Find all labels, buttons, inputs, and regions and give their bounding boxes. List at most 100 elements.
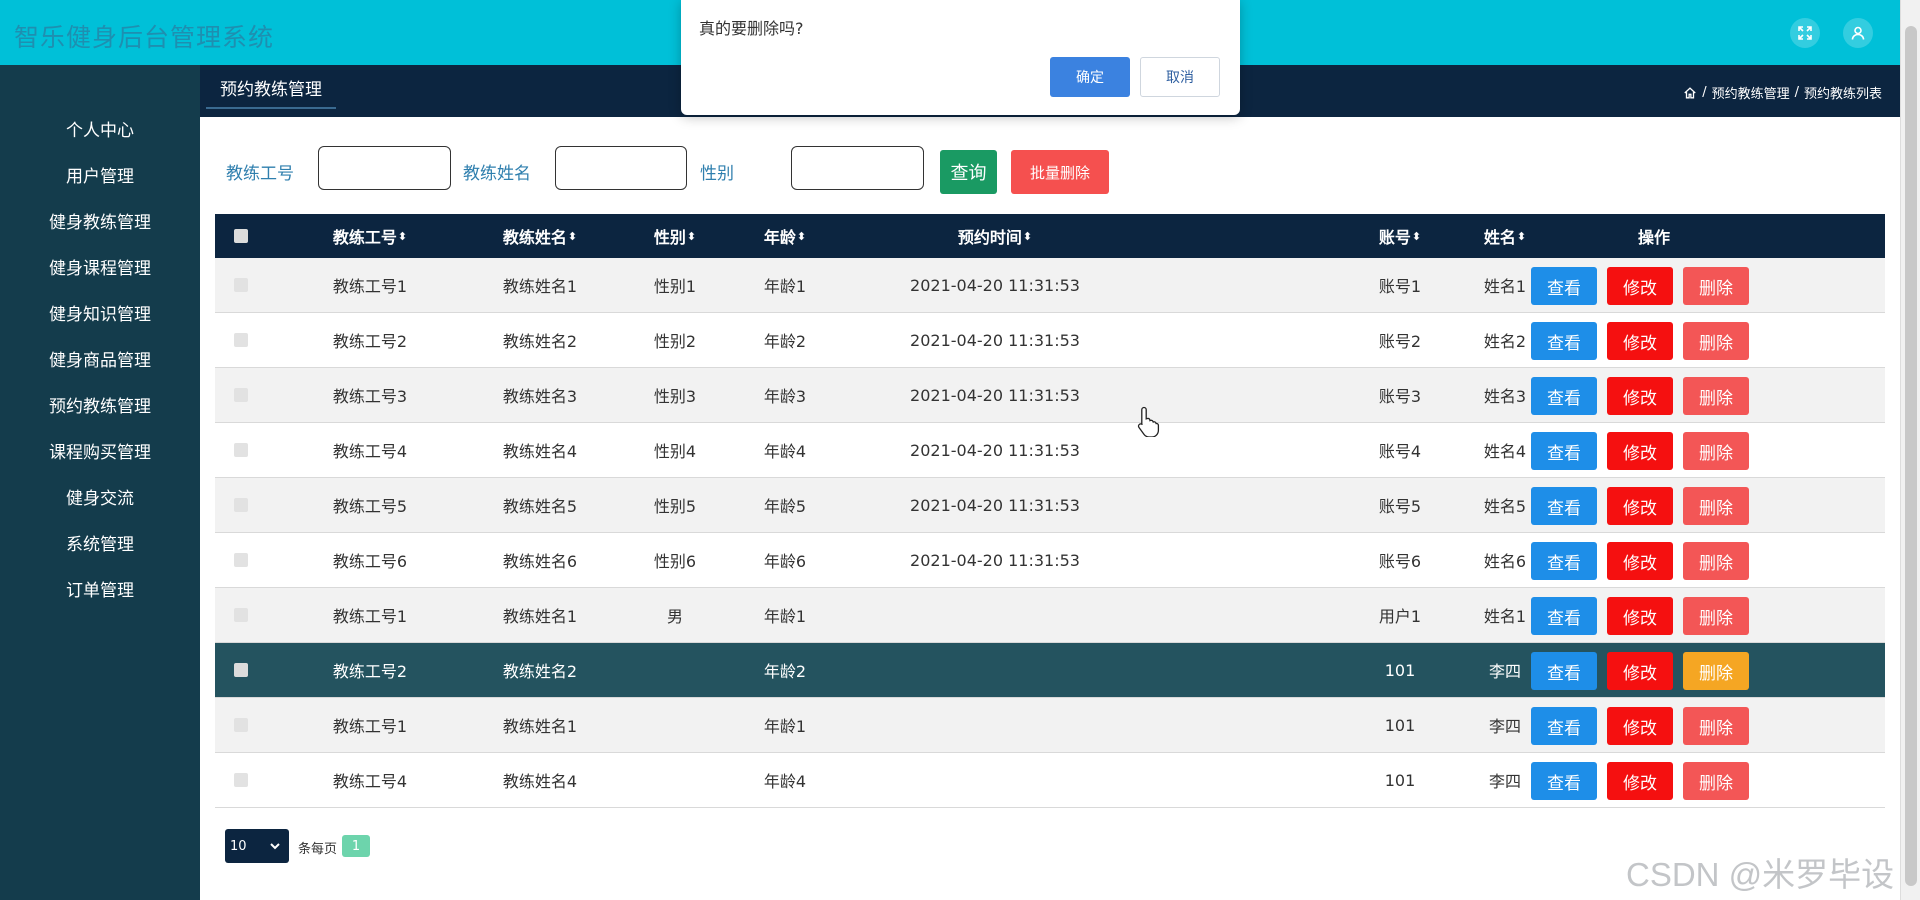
- sidebar-item-coach-management[interactable]: 健身教练管理: [0, 200, 200, 240]
- header-age[interactable]: 年龄 ⬍: [735, 214, 835, 258]
- page-number-1[interactable]: 1: [342, 835, 370, 857]
- view-button[interactable]: 查看: [1531, 597, 1597, 635]
- sort-icon[interactable]: ⬍: [398, 230, 407, 243]
- view-button[interactable]: 查看: [1531, 432, 1597, 470]
- edit-button[interactable]: 修改: [1607, 377, 1673, 415]
- view-button[interactable]: 查看: [1531, 762, 1597, 800]
- view-button[interactable]: 查看: [1531, 542, 1597, 580]
- query-button[interactable]: 查询: [940, 150, 997, 194]
- view-button[interactable]: 查看: [1531, 652, 1597, 690]
- delete-button[interactable]: 删除: [1683, 762, 1749, 800]
- row-checkbox[interactable]: [231, 478, 251, 532]
- page-size-select[interactable]: 10: [225, 829, 289, 863]
- row-checkbox[interactable]: [231, 588, 251, 642]
- table-row[interactable]: 教练工号4 教练姓名4 性别4 年龄4 2021-04-20 11:31:53 账号4 姓名…: [215, 423, 1885, 478]
- row-checkbox[interactable]: [231, 423, 251, 477]
- edit-button[interactable]: 修改: [1607, 762, 1673, 800]
- delete-button[interactable]: 删除: [1683, 542, 1749, 580]
- cell-coach-no: 教练工号1: [332, 277, 408, 296]
- delete-button[interactable]: 删除: [1683, 377, 1749, 415]
- table-row[interactable]: 教练工号1 教练姓名1 年龄1 101 李四 查看 修改 删除: [215, 698, 1885, 753]
- sidebar-item-course-purchase[interactable]: 课程购买管理: [0, 430, 200, 470]
- cell-age: 年龄1: [763, 607, 807, 626]
- table-row[interactable]: 教练工号6 教练姓名6 性别6 年龄6 2021-04-20 11:31:53 账号6 姓名…: [215, 533, 1885, 588]
- sort-icon[interactable]: ⬍: [797, 230, 806, 243]
- header-coach-name[interactable]: 教练姓名 ⬍: [465, 214, 615, 258]
- delete-button[interactable]: 删除: [1683, 432, 1749, 470]
- row-checkbox[interactable]: [231, 258, 251, 312]
- sidebar-item-course-management[interactable]: 健身课程管理: [0, 246, 200, 286]
- home-icon[interactable]: [1683, 86, 1697, 100]
- table-row[interactable]: 教练工号3 教练姓名3 性别3 年龄3 2021-04-20 11:31:53 账号3 姓名…: [215, 368, 1885, 423]
- sort-icon[interactable]: ⬍: [568, 230, 577, 243]
- delete-button[interactable]: 删除: [1683, 487, 1749, 525]
- sidebar-item-order-management[interactable]: 订单管理: [0, 568, 200, 608]
- edit-button[interactable]: 修改: [1607, 707, 1673, 745]
- sidebar-item-booking-management[interactable]: 预约教练管理: [0, 384, 200, 424]
- scrollbar-thumb[interactable]: [1905, 26, 1917, 886]
- table-row[interactable]: 教练工号2 教练姓名2 性别2 年龄2 2021-04-20 11:31:53 账号2 姓名…: [215, 313, 1885, 368]
- delete-button[interactable]: 删除: [1683, 707, 1749, 745]
- table-row[interactable]: 教练工号1 教练姓名1 男年龄1 用户1 姓名1 查看 修改 删除: [215, 588, 1885, 643]
- select-all-checkbox[interactable]: [231, 214, 251, 258]
- row-checkbox[interactable]: [231, 533, 251, 587]
- view-button[interactable]: 查看: [1531, 487, 1597, 525]
- row-checkbox[interactable]: [231, 643, 251, 697]
- sidebar-item-goods-management[interactable]: 健身商品管理: [0, 338, 200, 378]
- page-scrollbar[interactable]: [1900, 0, 1920, 900]
- cell-gender: 性别3: [653, 387, 697, 406]
- view-button[interactable]: 查看: [1531, 377, 1597, 415]
- header-gender[interactable]: 性别 ⬍: [625, 214, 725, 258]
- table-row[interactable]: 教练工号5 教练姓名5 性别5 年龄5 2021-04-20 11:31:53 账号5 姓名…: [215, 478, 1885, 533]
- gender-input[interactable]: [791, 146, 924, 190]
- breadcrumb-separator: /: [1794, 85, 1799, 100]
- row-checkbox[interactable]: [231, 698, 251, 752]
- sort-icon[interactable]: ⬍: [687, 230, 696, 243]
- edit-button[interactable]: 修改: [1607, 487, 1673, 525]
- header-coach-no[interactable]: 教练工号 ⬍: [295, 214, 445, 258]
- sidebar-item-system-management[interactable]: 系统管理: [0, 522, 200, 562]
- view-button[interactable]: 查看: [1531, 707, 1597, 745]
- delete-button[interactable]: 删除: [1683, 267, 1749, 305]
- breadcrumb-item-booking-management[interactable]: 预约教练管理: [1712, 83, 1790, 102]
- coach-name-input[interactable]: [555, 146, 687, 190]
- view-button[interactable]: 查看: [1531, 322, 1597, 360]
- edit-button[interactable]: 修改: [1607, 597, 1673, 635]
- cell-coach-name: 教练姓名4: [502, 772, 578, 791]
- row-checkbox[interactable]: [231, 368, 251, 422]
- sidebar-item-user-management[interactable]: 用户管理: [0, 154, 200, 194]
- header-booking-time[interactable]: 预约时间 ⬍: [845, 214, 1145, 258]
- cell-age: 年龄1: [763, 277, 807, 296]
- edit-button[interactable]: 修改: [1607, 652, 1673, 690]
- chevron-down-icon: [270, 843, 280, 850]
- row-checkbox[interactable]: [231, 753, 251, 807]
- delete-button[interactable]: 删除: [1683, 597, 1749, 635]
- cell-gender: 性别4: [653, 442, 697, 461]
- sidebar-item-knowledge-management[interactable]: 健身知识管理: [0, 292, 200, 332]
- sidebar-item-personal-center[interactable]: 个人中心: [0, 108, 200, 148]
- delete-button[interactable]: 删除: [1683, 322, 1749, 360]
- table-row[interactable]: 教练工号4 教练姓名4 年龄4 101 李四 查看 修改 删除: [215, 753, 1885, 808]
- sort-icon[interactable]: ⬍: [1517, 230, 1526, 243]
- view-button[interactable]: 查看: [1531, 267, 1597, 305]
- sort-icon[interactable]: ⬍: [1412, 230, 1421, 243]
- edit-button[interactable]: 修改: [1607, 322, 1673, 360]
- cell-coach-no: 教练工号1: [332, 607, 408, 626]
- confirm-ok-button[interactable]: 确定: [1050, 57, 1130, 97]
- delete-button[interactable]: 删除: [1683, 652, 1749, 690]
- edit-button[interactable]: 修改: [1607, 267, 1673, 305]
- header-account[interactable]: 账号 ⬍: [1350, 214, 1450, 258]
- edit-button[interactable]: 修改: [1607, 542, 1673, 580]
- sidebar-item-forum[interactable]: 健身交流: [0, 476, 200, 516]
- row-checkbox[interactable]: [231, 313, 251, 367]
- batch-delete-button[interactable]: 批量删除: [1011, 150, 1109, 194]
- fullscreen-icon[interactable]: [1790, 18, 1820, 48]
- table-row[interactable]: 教练工号1 教练姓名1 性别1 年龄1 2021-04-20 11:31:53 账号1 姓名…: [215, 258, 1885, 313]
- sort-icon[interactable]: ⬍: [1023, 230, 1032, 243]
- tab-booking-management[interactable]: 预约教练管理: [206, 73, 336, 109]
- coach-no-input[interactable]: [318, 146, 451, 190]
- confirm-cancel-button[interactable]: 取消: [1140, 57, 1220, 97]
- edit-button[interactable]: 修改: [1607, 432, 1673, 470]
- user-icon[interactable]: [1843, 18, 1873, 48]
- table-row[interactable]: 教练工号2 教练姓名2 年龄2 101 李四 查看 修改 删除: [215, 643, 1885, 698]
